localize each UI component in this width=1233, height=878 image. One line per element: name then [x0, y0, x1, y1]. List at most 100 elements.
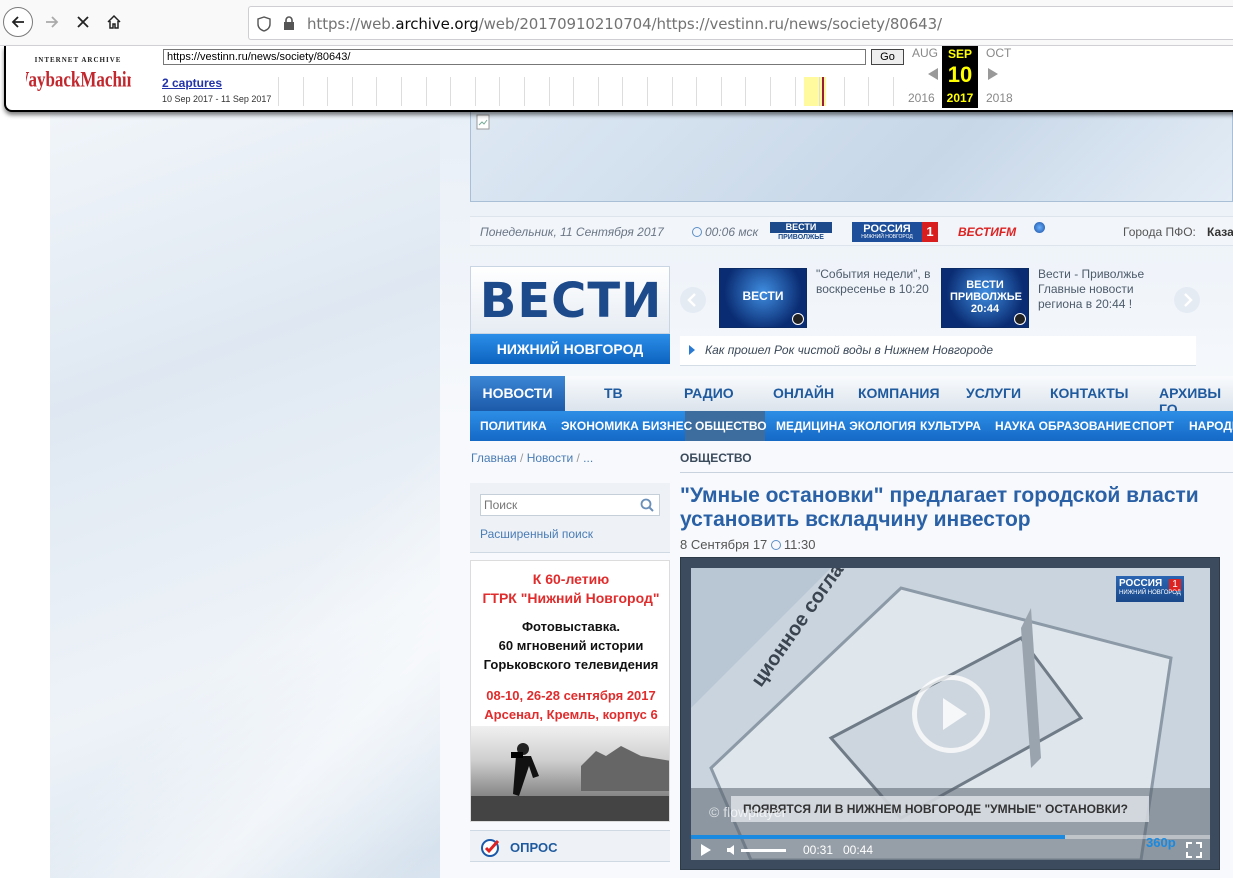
sparkline-tick [794, 77, 796, 106]
current-year: 2017 [946, 91, 974, 105]
captures-range: 10 Sep 2017 - 11 Sep 2017 [162, 94, 272, 104]
subnav-medicine[interactable]: МЕДИЦИНА ЭКОЛОГИЯ [776, 419, 916, 433]
wayback-go-button[interactable]: Go [871, 49, 904, 65]
video-current-time: 00:31 [803, 843, 834, 857]
vesti-fm-logo[interactable]: ВЕСТИFM [958, 222, 1046, 242]
globe-icon [1034, 222, 1045, 233]
breadcrumb-more[interactable]: ... [583, 451, 593, 465]
poll-panel[interactable]: ОПРОС [470, 830, 670, 862]
subnav-society[interactable]: ОБЩЕСТВО [695, 419, 767, 433]
subnav-science[interactable]: НАУКА ОБРАЗОВАНИЕ [995, 419, 1131, 433]
poster-line: 60 мгновений истории [498, 638, 644, 653]
promo-text-2[interactable]: Вести - Приволжье Главные новости регион… [1038, 267, 1158, 312]
promo-thumb-1[interactable]: ВЕСТИ [719, 268, 807, 328]
home-button[interactable] [99, 7, 129, 37]
vesti-privolzhye-logo[interactable]: ВЕСТИ ПРИВОЛЖЬЕ [770, 222, 832, 242]
play-button[interactable] [701, 844, 711, 856]
ticker-text[interactable]: Как прошел Рок чистой воды в Нижнем Новг… [705, 343, 993, 357]
subnav-sport[interactable]: СПОРТ [1132, 419, 1174, 433]
subnav-politics[interactable]: ПОЛИТИКА [480, 419, 547, 433]
prev-month[interactable]: AUG [912, 46, 938, 60]
nav-radio[interactable]: РАДИО [684, 385, 734, 401]
svg-text:WaybackMachine: WaybackMachine [26, 67, 131, 92]
shield-icon[interactable] [257, 16, 271, 32]
subnav-people[interactable]: НАРОДН [1189, 419, 1233, 433]
nav-services[interactable]: УСЛУГИ [966, 385, 1021, 401]
breadcrumb-home[interactable]: Главная [471, 451, 517, 465]
sparkline-tick [770, 77, 771, 106]
date-bar: Понедельник, 11 Сентября 2017 00:06 мск … [470, 216, 1233, 246]
video-frame[interactable]: ционное соглашение РОССИЯ 1 НИЖНИЙ НОВГО… [691, 568, 1210, 860]
poll-label: ОПРОС [510, 840, 558, 855]
carousel-prev-button[interactable] [680, 287, 706, 313]
flowplayer-watermark[interactable]: © flowplayer [709, 804, 786, 820]
section-title: ОБЩЕСТВО [680, 451, 752, 465]
sub-nav: ПОЛИТИКА ЭКОНОМИКА БИЗНЕС ОБЩЕСТВО МЕДИЦ… [470, 411, 1233, 441]
next-arrow-icon[interactable] [986, 67, 1000, 81]
sparkline-tick [302, 77, 304, 106]
next-year[interactable]: 2018 [986, 91, 1013, 105]
next-month[interactable]: OCT [986, 46, 1011, 60]
nav-tv[interactable]: ТВ [604, 385, 623, 401]
subnav-economy[interactable]: ЭКОНОМИКА БИЗНЕС [561, 419, 692, 433]
broken-image-icon [476, 114, 490, 130]
search-icon[interactable] [640, 498, 654, 512]
sparkline-tick [278, 77, 279, 106]
wayback-logo[interactable]: INTERNET ARCHIVE WaybackMachine [26, 54, 131, 94]
volume-icon[interactable] [726, 843, 740, 857]
nav-company[interactable]: КОМПАНИЯ [858, 385, 940, 401]
exhibition-poster[interactable]: К 60-летию ГТРК "Нижний Новгород" Фотовы… [470, 560, 670, 822]
fullscreen-icon[interactable] [1186, 842, 1202, 858]
close-icon [77, 16, 89, 28]
promo-text-1[interactable]: "События недели", в воскресенье в 10:20 [816, 267, 938, 297]
news-ticker[interactable]: Как прошел Рок чистой воды в Нижнем Новг… [680, 336, 1196, 366]
vesti-main-logo[interactable]: ВЕСТИ НИЖНИЙ НОВГОРОД [470, 266, 670, 364]
stop-button[interactable] [68, 7, 98, 37]
top-banner [470, 112, 1233, 202]
sparkline-tick [474, 77, 476, 106]
nav-contacts[interactable]: КОНТАКТЫ [1050, 385, 1128, 401]
capture-sparkline[interactable] [278, 77, 908, 106]
sparkline-tick [524, 77, 525, 106]
poster-line: Горьковского телевидения [483, 657, 659, 672]
logo-title: ВЕСТИ [479, 273, 663, 329]
logo-top: ВЕСТИ [470, 266, 670, 334]
home-icon [107, 14, 121, 29]
captures-link[interactable]: 2 captures [162, 76, 222, 90]
sparkline-tick [327, 77, 329, 106]
wayback-url-input[interactable] [163, 49, 866, 65]
subnav-culture[interactable]: КУЛЬТУРА [920, 419, 981, 433]
address-bar[interactable]: https://web.archive.org/web/201709102107… [248, 6, 1233, 40]
wayback-calendar: AUG OCT 2016 2018 SEP 10 2017 [906, 46, 1016, 108]
play-triangle [943, 698, 967, 730]
article-title: "Умные остановки" предлагает городской в… [680, 484, 1199, 531]
lock-icon[interactable] [283, 16, 295, 31]
prev-year[interactable]: 2016 [908, 91, 935, 105]
volume-slider[interactable] [741, 849, 786, 852]
nav-news[interactable]: НОВОСТИ [470, 376, 565, 411]
sparkline-tick [499, 77, 501, 106]
current-month: SEP [947, 47, 972, 61]
video-player[interactable]: ционное соглашение РОССИЯ 1 НИЖНИЙ НОВГО… [680, 557, 1220, 870]
promo-thumb-2[interactable]: ВЕСТИ ПРИВОЛЖЬЕ 20:44 [941, 268, 1029, 328]
chevron-left-icon [687, 293, 696, 307]
sparkline-tick [597, 77, 599, 106]
video-duration: 00:44 [843, 843, 874, 857]
poster-line: 08-10, 26-28 сентября 2017 [486, 688, 656, 703]
sparkline-tick [868, 77, 870, 106]
back-button[interactable] [3, 7, 33, 37]
russia1-logo[interactable]: РОССИЯ НИЖНИЙ НОВГОРОД 1 [852, 222, 938, 242]
nav-online[interactable]: ОНЛАЙН [773, 385, 834, 401]
sparkline-tick [745, 77, 747, 106]
cities-link[interactable]: Каза [1207, 225, 1233, 239]
prev-arrow-icon[interactable] [926, 67, 940, 81]
forward-button[interactable] [37, 7, 67, 37]
sparkline-tick [647, 77, 648, 106]
breadcrumb-news[interactable]: Новости [527, 451, 573, 465]
url-text: https://web.archive.org/web/201709102107… [307, 15, 943, 33]
advanced-search-link[interactable]: Расширенный поиск [480, 527, 593, 541]
carousel-next-button[interactable] [1174, 287, 1200, 313]
quality-selector[interactable]: 360p [1146, 835, 1176, 850]
back-arrow-icon [11, 16, 24, 28]
search-input[interactable] [480, 494, 660, 516]
